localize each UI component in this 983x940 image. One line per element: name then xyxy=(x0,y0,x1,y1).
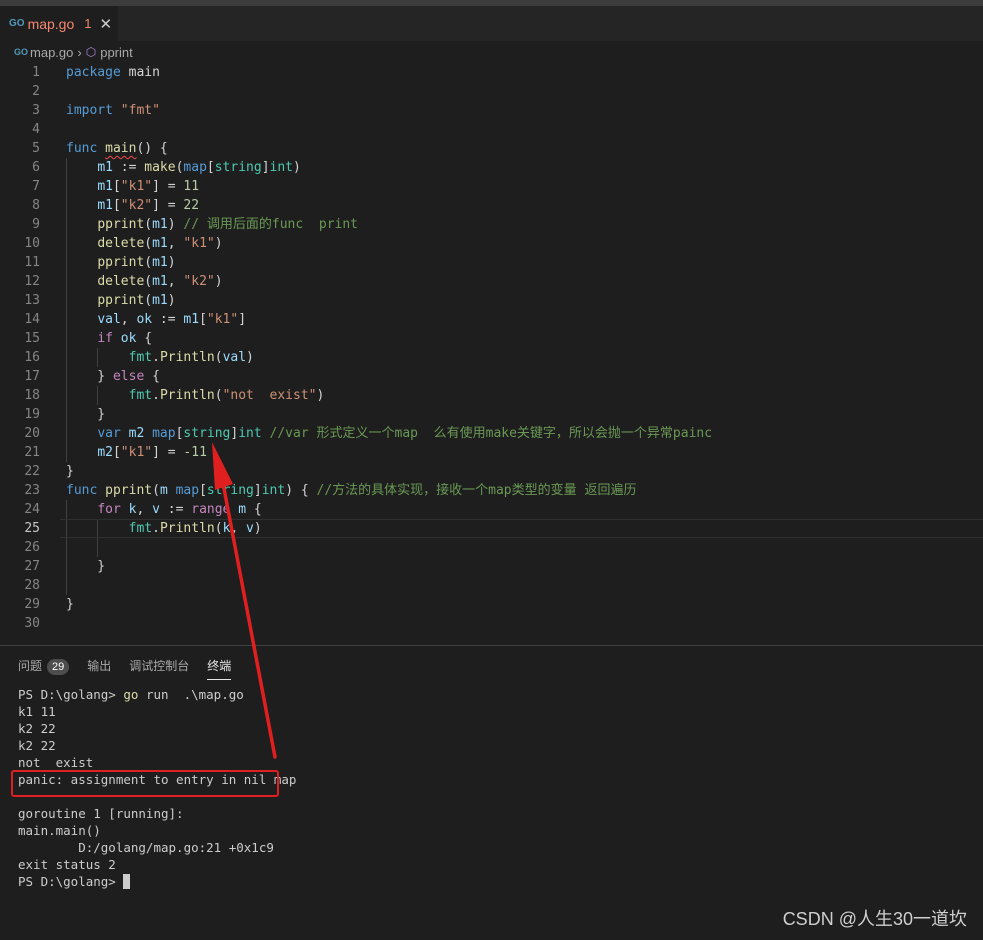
vscode-window: GO map.go 1 ✕ GO map.go › ⬡ pprint 1 pack… xyxy=(0,0,983,940)
annotation-arrow xyxy=(212,442,277,759)
annotation-arrow-shaft xyxy=(220,476,277,759)
watermark: CSDN @人生30一道坎 xyxy=(782,909,967,929)
